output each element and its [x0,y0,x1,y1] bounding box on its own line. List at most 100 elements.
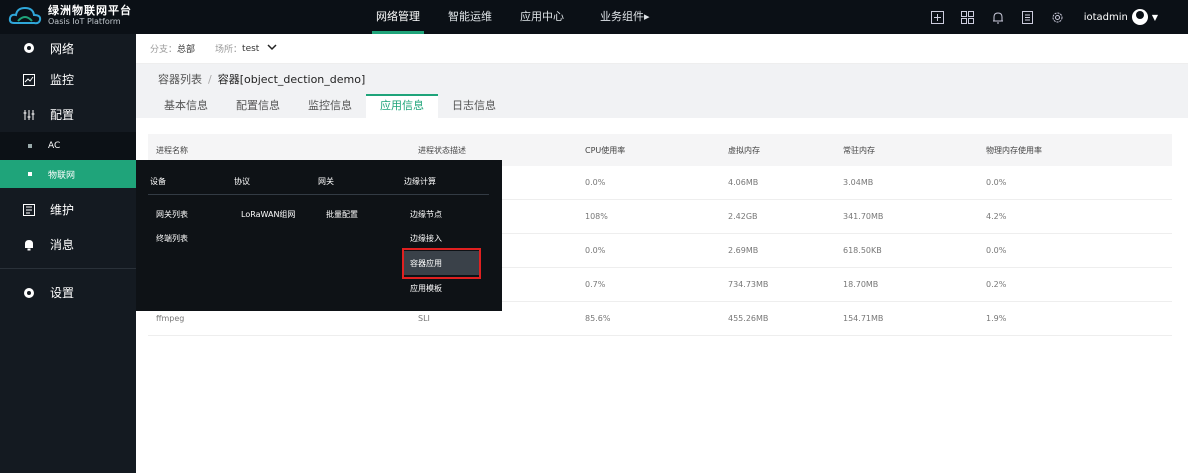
sidebar-item-label: 监控 [50,73,75,87]
table-cell: ffmpeg [156,314,185,323]
table-cell: 0.0% [585,178,606,187]
tab-basic-info[interactable]: 基本信息 [150,94,222,118]
network-icon [22,41,36,55]
sidebar-item-settings[interactable]: 设置 [0,275,136,310]
sidebar-item-maintenance[interactable]: 维护 [0,192,136,227]
top-nav: 网络管理 智能运维 应用中心 业务组件▸ [372,0,678,34]
sidebar-item-monitor[interactable]: 监控 [0,62,136,97]
nav-app-center[interactable]: 应用中心 [520,0,564,34]
breadcrumb: 容器列表 / 容器[object_dection_demo] [136,64,1188,94]
sidebar-item-label: 设置 [50,286,75,300]
menu-group-edge-computing: 边缘计算 [404,177,436,186]
tab-app-info[interactable]: 应用信息 [366,94,438,118]
column-header: CPU使用率 [585,145,626,155]
bullet-icon [28,172,32,176]
column-header: 进程状态描述 [418,145,466,155]
cloud-logo-icon [8,6,42,25]
table-cell: 1.9% [986,314,1007,323]
table-cell: 341.70MB [843,212,884,221]
menu-item-app-templates[interactable]: 应用模板 [410,283,442,294]
sidebar-item-label: 维护 [50,203,75,217]
avatar [1131,9,1148,25]
table-cell: 0.0% [986,178,1007,187]
menu-item-batch-config[interactable]: 批量配置 [326,209,358,220]
table-cell: 4.06MB [728,178,759,187]
table-cell: 0.0% [986,246,1007,255]
table-cell: 85.6% [585,314,611,323]
column-header: 进程名称 [156,145,188,155]
tab-monitor-info[interactable]: 监控信息 [294,94,366,118]
gear-icon[interactable] [1050,9,1066,25]
menu-divider [148,194,489,195]
bell-icon [22,238,36,252]
column-header: 常驻内存 [843,145,875,155]
table-cell: 18.70MB [843,280,879,289]
table-cell: 734.73MB [728,280,769,289]
site-select[interactable]: test [242,44,259,54]
username: iotadmin [1083,11,1128,23]
table-cell: 3.04MB [843,178,874,187]
breadcrumb-current: 容器[object_dection_demo] [217,73,366,86]
table-cell: 0.2% [986,280,1007,289]
menu-item-lorawan-network[interactable]: LoRaWAN组网 [241,209,295,220]
sidebar-item-messages[interactable]: 消息 [0,227,136,262]
nav-network-management[interactable]: 网络管理 [372,0,424,34]
menu-item-gateway-list[interactable]: 网关列表 [156,209,188,220]
table-cell: 455.26MB [728,314,769,323]
monitor-icon [22,73,36,87]
iot-flyout-menu: 设备 协议 网关 边缘计算 网关列表 终端列表 LoRaWAN组网 批量配置 边… [136,160,502,311]
table-cell: 618.50KB [843,246,882,255]
apps-grid-icon[interactable] [960,9,976,25]
table-cell: 2.69MB [728,246,759,255]
sliders-icon [22,108,36,122]
sidebar: 网络 监控 配置 AC 物联网 维护 消息 设置 [0,34,136,473]
brand-title: 绿洲物联网平台 [48,4,132,17]
sidebar-item-label: AC [48,141,61,151]
table-cell: 2.42GB [728,212,758,221]
table-cell: 0.0% [585,246,606,255]
tab-config-info[interactable]: 配置信息 [222,94,294,118]
branch-label: 分支： [150,45,178,55]
menu-item-terminal-list[interactable]: 终端列表 [156,233,188,244]
gear-icon [22,286,36,300]
table-cell: 154.71MB [843,314,884,323]
sidebar-divider [0,268,136,269]
table-cell: 0.7% [585,280,606,289]
filter-bar: 分支： 总部 场所： test [136,34,1188,64]
brand-subtitle: Oasis IoT Platform [48,17,121,26]
add-square-icon[interactable] [930,9,946,25]
sidebar-item-label: 物联网 [48,170,76,181]
tab-bar: 基本信息 配置信息 监控信息 应用信息 日志信息 [136,94,1188,118]
menu-group-gateways: 网关 [318,177,334,186]
sidebar-item-config[interactable]: 配置 [0,97,136,132]
top-icons: iotadmin ▼ [916,0,1158,34]
sidebar-item-label: 配置 [50,108,75,122]
table-cell: 108% [585,212,608,221]
menu-group-protocols: 协议 [234,177,250,186]
breadcrumb-separator: / [208,72,212,86]
sidebar-item-network[interactable]: 网络 [0,34,136,62]
sidebar-item-iot[interactable]: 物联网 [0,160,136,188]
user-menu[interactable]: iotadmin ▼ [1084,9,1158,25]
nav-smart-ops[interactable]: 智能运维 [448,0,492,34]
sidebar-item-ac[interactable]: AC [0,132,136,160]
menu-item-edge-nodes[interactable]: 边缘节点 [410,209,442,220]
breadcrumb-parent[interactable]: 容器列表 [158,71,202,87]
bell-icon[interactable] [990,9,1006,25]
sidebar-item-label: 网络 [50,41,75,56]
chevron-down-icon[interactable] [267,43,277,54]
top-bar: 绿洲物联网平台 Oasis IoT Platform 网络管理 智能运维 应用中… [0,0,1188,34]
nav-business-components[interactable]: 业务组件▸ [600,0,650,34]
wrench-icon [22,203,36,217]
menu-group-devices: 设备 [150,177,166,186]
brand-logo[interactable]: 绿洲物联网平台 Oasis IoT Platform [8,5,132,27]
sidebar-item-label: 消息 [50,238,75,252]
branch-select[interactable]: 总部 [177,42,195,55]
bullet-icon [28,144,32,148]
menu-item-edge-access[interactable]: 边缘接入 [410,233,442,244]
document-icon[interactable] [1020,9,1036,25]
column-header: 物理内存使用率 [986,145,1042,155]
caret-down-icon: ▼ [1151,12,1158,22]
tab-log-info[interactable]: 日志信息 [438,94,510,118]
highlight-annotation-box [402,248,481,279]
